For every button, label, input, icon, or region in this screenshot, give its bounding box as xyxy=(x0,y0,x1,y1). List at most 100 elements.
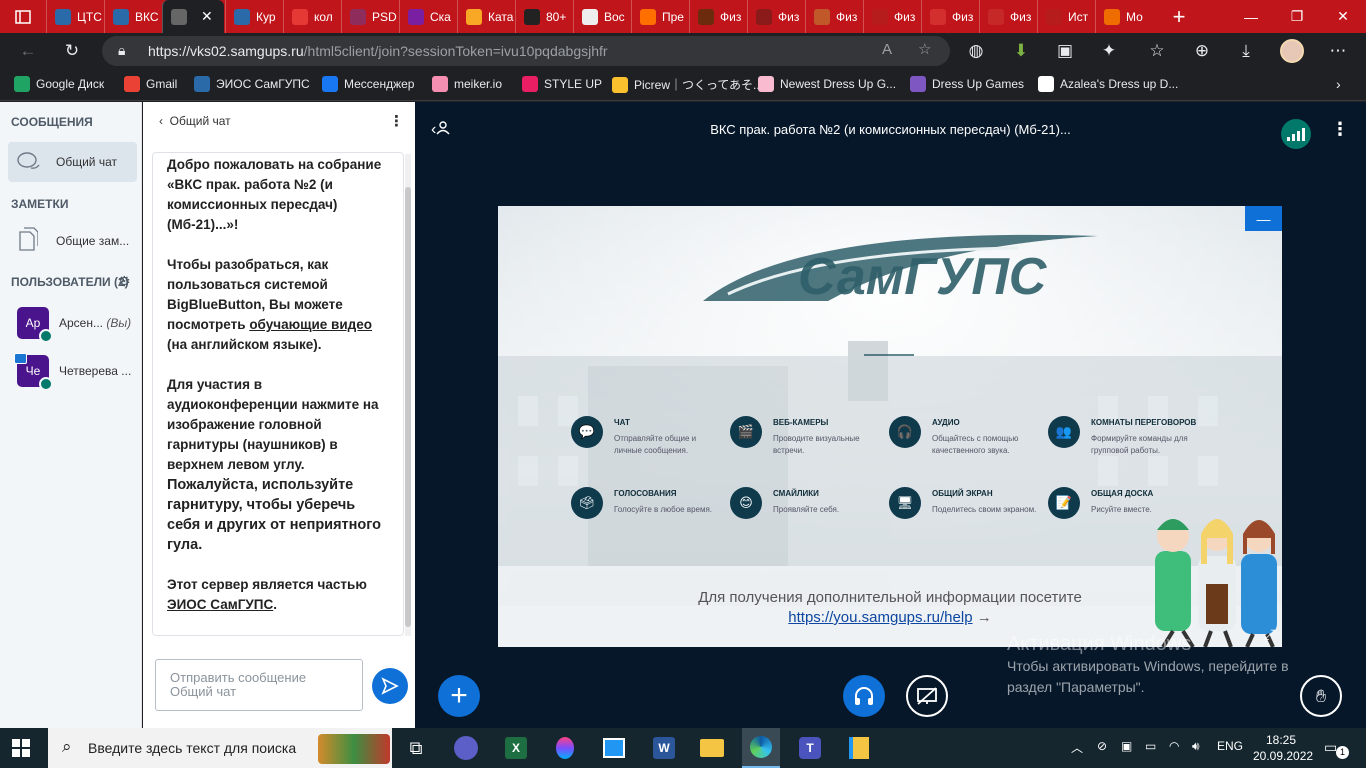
avatar: Ар xyxy=(17,307,53,343)
options-menu-icon[interactable]: ⋮ xyxy=(1331,119,1349,140)
user-row[interactable]: Че Четверева ... xyxy=(0,352,142,394)
teams-app-icon[interactable] xyxy=(450,732,482,764)
browser-tab[interactable]: Физ xyxy=(689,0,746,33)
help-link[interactable]: https://you.samgups.ru/help xyxy=(788,609,972,626)
teams-chat-icon[interactable]: T xyxy=(794,732,826,764)
close-tab-icon[interactable]: ✕ xyxy=(201,8,213,25)
join-audio-button[interactable] xyxy=(843,675,885,717)
new-tab-button[interactable]: + xyxy=(1156,0,1202,33)
browser-tab[interactable]: ЦТС xyxy=(46,0,103,33)
users-settings-gear-icon[interactable]: ⚙ xyxy=(118,273,131,290)
browser-tab[interactable]: Ист xyxy=(1037,0,1094,33)
minimize-presentation-button[interactable]: — xyxy=(1245,206,1282,231)
browser-tab[interactable]: Физ xyxy=(747,0,804,33)
wifi-icon[interactable]: ◠ xyxy=(1169,739,1179,753)
clock[interactable]: 18:25 20.09.2022 xyxy=(1253,732,1313,764)
address-bar[interactable]: 🔒︎ https://vks02.samgups.ru/html5client/… xyxy=(102,36,950,66)
chat-scroll-thumb[interactable] xyxy=(405,187,411,627)
browser-tab[interactable]: кол xyxy=(283,0,340,33)
raise-hand-button[interactable]: ✋︎ xyxy=(1300,675,1342,717)
profile-avatar[interactable] xyxy=(1279,38,1305,64)
bookmark-item[interactable]: Picrew｜つくってあそ... xyxy=(612,76,763,93)
bookmark-item[interactable]: Google Диск xyxy=(14,76,104,92)
reload-icon[interactable]: ↻ xyxy=(59,38,85,64)
bookmark-item[interactable]: ЭИОС СамГУПС xyxy=(194,76,310,92)
send-message-button[interactable] xyxy=(372,668,408,704)
downloads-icon[interactable]: ⤓ xyxy=(1233,38,1259,64)
more-menu-icon[interactable]: ⋯ xyxy=(1325,38,1351,64)
close-window-button[interactable]: ✕ xyxy=(1320,0,1366,33)
browser-tab[interactable]: Мо xyxy=(1095,0,1152,33)
restore-button[interactable]: ❐ xyxy=(1274,0,1320,33)
browser-tab[interactable]: Ката xyxy=(457,0,514,33)
browser-tab[interactable]: Физ xyxy=(805,0,862,33)
windows-start-icon[interactable] xyxy=(12,739,30,762)
tab-favicon-icon xyxy=(55,8,71,25)
minimize-button[interactable]: — xyxy=(1228,0,1274,33)
paint-app-icon[interactable] xyxy=(549,732,581,764)
lock-icon[interactable]: 🔒︎ xyxy=(118,42,125,59)
shared-notes-entry[interactable]: Общие зам... xyxy=(8,222,137,260)
url-text[interactable]: https://vks02.samgups.ru/html5client/joi… xyxy=(148,43,608,59)
chat-back-button[interactable]: ‹ Общий чат xyxy=(159,114,231,128)
share-screen-button[interactable] xyxy=(906,675,948,717)
add-favorite-icon[interactable]: ☆ xyxy=(918,40,931,58)
bookmark-item[interactable]: Мессенджер xyxy=(322,76,414,92)
volume-icon[interactable]: 🔊︎ xyxy=(1192,739,1200,754)
globe-icon[interactable]: ◍ xyxy=(963,38,989,64)
bookmark-item[interactable]: Azalea's Dress up D... xyxy=(1038,76,1178,92)
edge-app-icon[interactable] xyxy=(742,728,780,768)
excel-app-icon[interactable]: X xyxy=(500,732,532,764)
user-row[interactable]: Ар Арсен... (Вы) xyxy=(0,302,142,344)
browser-tab[interactable]: 80+ xyxy=(515,0,572,33)
public-chat-label: Общий чат xyxy=(56,155,117,169)
bookmark-item[interactable]: Newest Dress Up G... xyxy=(758,76,896,92)
taskbar-search[interactable]: ⌕ Введите здесь текст для поиска xyxy=(48,728,392,768)
bookmark-item[interactable]: Dress Up Games xyxy=(910,76,1024,92)
browser-tab[interactable]: ВКС xyxy=(104,0,161,33)
tab-favicon-icon xyxy=(1046,8,1062,25)
tray-chevron-up-icon[interactable]: ︿ xyxy=(1071,739,1083,756)
camera-tray-icon[interactable]: ▣ xyxy=(1121,739,1132,753)
language-indicator[interactable]: ENG xyxy=(1217,739,1243,753)
chat-options-icon[interactable]: ⋮ xyxy=(389,112,404,130)
bookmark-item[interactable]: Gmail xyxy=(124,76,177,92)
connection-status-icon[interactable] xyxy=(1281,119,1311,149)
favorites-icon[interactable]: ☆ xyxy=(1144,38,1170,64)
browser-tab[interactable]: Вос xyxy=(573,0,630,33)
back-icon[interactable]: ← xyxy=(15,38,41,64)
eios-link[interactable]: ЭИОС СамГУПС xyxy=(167,597,273,612)
battery-icon[interactable]: ▭ xyxy=(1145,739,1156,753)
browser-tab[interactable]: Ска xyxy=(399,0,456,33)
tab-actions-icon[interactable] xyxy=(0,0,46,33)
folder-app-icon[interactable] xyxy=(843,732,875,764)
bookmark-item[interactable]: meiker.io xyxy=(432,76,502,92)
extension-icon[interactable]: ▣ xyxy=(1052,38,1078,64)
collections-icon[interactable]: ⊕ xyxy=(1189,38,1215,64)
browser-tab[interactable]: Кур xyxy=(225,0,282,33)
tutorial-video-link[interactable]: обучающие видео xyxy=(249,317,372,332)
actions-plus-button[interactable]: + xyxy=(438,675,480,717)
network-off-icon[interactable]: ⊘ xyxy=(1097,739,1107,753)
tab-favicon-icon xyxy=(988,8,1004,25)
fullscreen-icon[interactable]: ⤢ xyxy=(1264,626,1275,643)
word-app-icon[interactable]: W xyxy=(648,732,680,764)
headset-icon xyxy=(39,377,53,391)
browser-tab[interactable]: Пре xyxy=(631,0,688,33)
browser-tab[interactable]: Физ xyxy=(921,0,978,33)
browser-tab[interactable]: Физ xyxy=(863,0,920,33)
browser-tab[interactable]: PSD xyxy=(341,0,398,33)
chat-message-input[interactable]: Отправить сообщение Общий чат xyxy=(155,659,363,711)
public-chat-entry[interactable]: Общий чат xyxy=(8,142,137,182)
bookmarks-chevron-icon[interactable]: › xyxy=(1336,76,1341,92)
download-extension-icon[interactable]: ⬇ xyxy=(1008,38,1034,64)
task-view-icon[interactable]: ⧉ xyxy=(400,732,432,764)
file-explorer-icon[interactable] xyxy=(696,732,728,764)
bookmark-item[interactable]: STYLE UP xyxy=(522,76,602,92)
image-viewer-icon[interactable] xyxy=(598,732,630,764)
read-aloud-icon[interactable]: A xyxy=(882,41,892,58)
browser-tab[interactable]: Физ xyxy=(979,0,1036,33)
browser-tab[interactable]: ✕ xyxy=(162,0,224,33)
windows-activation-text: Чтобы активировать Windows, перейдите в … xyxy=(1007,658,1289,695)
extensions-puzzle-icon[interactable]: ✦ xyxy=(1096,38,1122,64)
